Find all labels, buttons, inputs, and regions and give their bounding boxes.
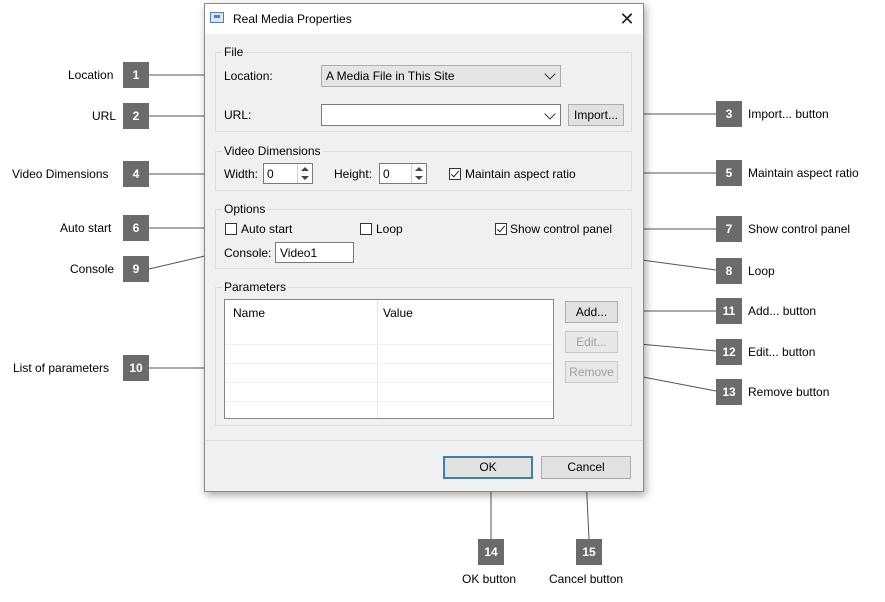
callout-badge-4: 4 bbox=[123, 161, 149, 187]
height-label: Height: bbox=[334, 167, 373, 181]
row-divider bbox=[225, 344, 553, 345]
row-divider bbox=[225, 363, 553, 364]
ok-button[interactable]: OK bbox=[443, 456, 533, 479]
callout-label-show-control-panel: Show control panel bbox=[748, 222, 851, 236]
show-control-panel-checkbox[interactable] bbox=[495, 223, 507, 235]
width-spin-buttons[interactable] bbox=[297, 164, 312, 183]
callout-label-ok: OK button bbox=[462, 572, 517, 586]
title-bar[interactable]: Real Media Properties ✕ bbox=[205, 4, 643, 34]
console-value: Video1 bbox=[280, 246, 318, 260]
column-header-value[interactable]: Value bbox=[383, 306, 413, 320]
callout-label-loop: Loop bbox=[748, 264, 775, 278]
dialog-title: Real Media Properties bbox=[233, 12, 352, 26]
height-spinner[interactable]: 0 bbox=[379, 163, 427, 184]
auto-start-label[interactable]: Auto start bbox=[241, 222, 292, 236]
callout-badge-11: 11 bbox=[716, 298, 742, 324]
show-control-panel-label[interactable]: Show control panel bbox=[510, 222, 612, 236]
callout-badge-9: 9 bbox=[123, 256, 149, 282]
callout-label-location: Location bbox=[68, 68, 114, 82]
spin-up-icon[interactable] bbox=[301, 167, 309, 171]
callout-label-import: Import... button bbox=[748, 107, 829, 121]
callout-badge-15: 15 bbox=[576, 539, 602, 565]
callout-label-edit: Edit... button bbox=[748, 345, 816, 359]
callout-badge-1: 1 bbox=[123, 62, 149, 88]
callout-label-maintain-aspect: Maintain aspect ratio bbox=[748, 166, 859, 180]
url-label: URL: bbox=[224, 108, 252, 122]
callout-badge-3: 3 bbox=[716, 101, 742, 127]
real-media-properties-dialog: Real Media Properties ✕ File Location: A… bbox=[204, 3, 644, 492]
parameters-list[interactable]: Name Value bbox=[224, 299, 554, 419]
width-value: 0 bbox=[267, 167, 274, 181]
callout-label-add: Add... button bbox=[748, 304, 817, 318]
parameters-group-label: Parameters bbox=[222, 280, 289, 294]
height-value: 0 bbox=[383, 167, 390, 181]
location-value: A Media File in This Site bbox=[326, 69, 455, 83]
console-label: Console: bbox=[224, 246, 272, 260]
callout-label-console: Console bbox=[70, 262, 115, 276]
callout-badge-2: 2 bbox=[123, 103, 149, 129]
location-dropdown[interactable]: A Media File in This Site bbox=[321, 65, 561, 87]
chevron-down-icon[interactable] bbox=[544, 108, 556, 120]
callout-badge-5: 5 bbox=[716, 160, 742, 186]
loop-label[interactable]: Loop bbox=[376, 222, 403, 236]
width-label: Width: bbox=[224, 167, 259, 181]
media-app-icon bbox=[210, 12, 224, 23]
callout-badge-12: 12 bbox=[716, 339, 742, 365]
callout-badge-10: 10 bbox=[123, 355, 149, 381]
video-dimensions-label: Video Dimensions bbox=[222, 144, 323, 158]
callout-label-video-dimensions: Video Dimensions bbox=[12, 167, 109, 181]
location-label: Location: bbox=[224, 69, 273, 83]
url-combo-input[interactable] bbox=[321, 104, 561, 126]
chevron-down-icon bbox=[544, 68, 556, 80]
maintain-aspect-checkbox[interactable] bbox=[449, 168, 461, 180]
width-spinner[interactable]: 0 bbox=[263, 163, 313, 184]
close-icon[interactable]: ✕ bbox=[617, 9, 637, 29]
console-input[interactable]: Video1 bbox=[275, 242, 354, 263]
file-group-label: File bbox=[222, 45, 246, 59]
cancel-button[interactable]: Cancel bbox=[541, 456, 631, 479]
callout-badge-14: 14 bbox=[478, 539, 504, 565]
callout-badge-8: 8 bbox=[716, 258, 742, 284]
callout-label-url: URL bbox=[92, 109, 117, 123]
row-divider bbox=[225, 401, 553, 402]
footer-separator bbox=[205, 440, 643, 441]
import-button[interactable]: Import... bbox=[568, 104, 624, 126]
loop-checkbox[interactable] bbox=[360, 223, 372, 235]
callout-badge-13: 13 bbox=[716, 379, 742, 405]
add-button[interactable]: Add... bbox=[565, 301, 618, 323]
callout-badge-6: 6 bbox=[123, 215, 149, 241]
height-spin-buttons[interactable] bbox=[411, 164, 426, 183]
callout-label-parameters-list: List of parameters bbox=[13, 361, 110, 375]
callout-label-remove: Remove button bbox=[748, 385, 830, 399]
spin-down-icon[interactable] bbox=[415, 176, 423, 180]
callout-label-auto-start: Auto start bbox=[60, 221, 112, 235]
row-divider bbox=[225, 382, 553, 383]
maintain-aspect-label[interactable]: Maintain aspect ratio bbox=[465, 167, 576, 181]
options-group-label: Options bbox=[222, 202, 268, 216]
spin-down-icon[interactable] bbox=[301, 176, 309, 180]
edit-button[interactable]: Edit... bbox=[565, 331, 618, 353]
spin-up-icon[interactable] bbox=[415, 167, 423, 171]
remove-button[interactable]: Remove bbox=[565, 361, 618, 383]
callout-badge-7: 7 bbox=[716, 216, 742, 242]
auto-start-checkbox[interactable] bbox=[225, 223, 237, 235]
callout-label-cancel: Cancel button bbox=[549, 572, 624, 586]
column-header-name[interactable]: Name bbox=[233, 306, 265, 320]
